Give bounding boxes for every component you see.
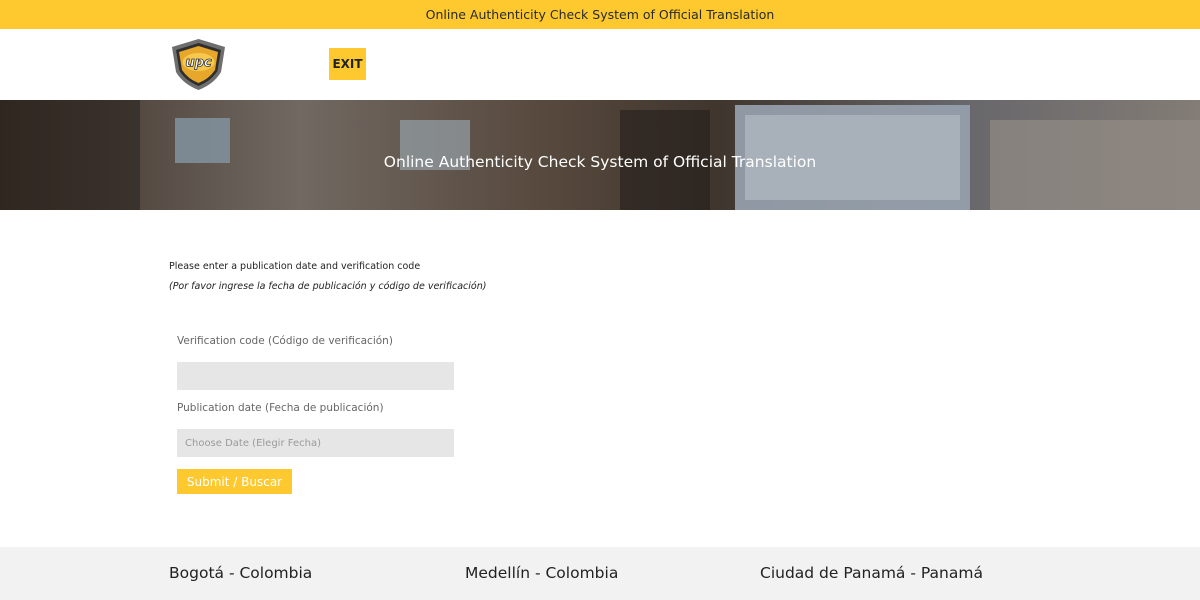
svg-text:upc: upc [185,56,212,71]
company-logo[interactable]: upc [169,38,228,91]
site-header: upc EXIT [0,29,1200,100]
exit-button[interactable]: EXIT [329,48,366,80]
verification-form: Verification code (Código de verificació… [177,335,454,494]
shield-logo-icon: upc [172,39,225,90]
submit-button[interactable]: Submit / Buscar [177,469,292,494]
publication-date-label: Publication date (Fecha de publicación) [177,402,384,414]
verification-code-label: Verification code (Código de verificació… [177,335,393,347]
footer-city-panama: Ciudad de Panamá - Panamá [760,564,983,582]
instructions-spanish: (Por favor ingrese la fecha de publicaci… [169,281,487,292]
hero-title: Online Authenticity Check System of Offi… [383,153,817,171]
announcement-text: Online Authenticity Check System of Offi… [425,7,775,22]
instructions-english: Please enter a publication date and veri… [169,261,421,272]
publication-date-input[interactable] [177,429,454,457]
footer: Bogotá - Colombia Medellín - Colombia Ci… [0,547,1200,600]
verification-code-input[interactable] [177,362,454,390]
footer-city-medellin: Medellín - Colombia [465,564,619,582]
announcement-bar: Online Authenticity Check System of Offi… [0,0,1200,29]
hero-banner: Online Authenticity Check System of Offi… [0,100,1200,210]
footer-city-bogota: Bogotá - Colombia [169,564,313,582]
instructions: Please enter a publication date and veri… [169,261,486,292]
